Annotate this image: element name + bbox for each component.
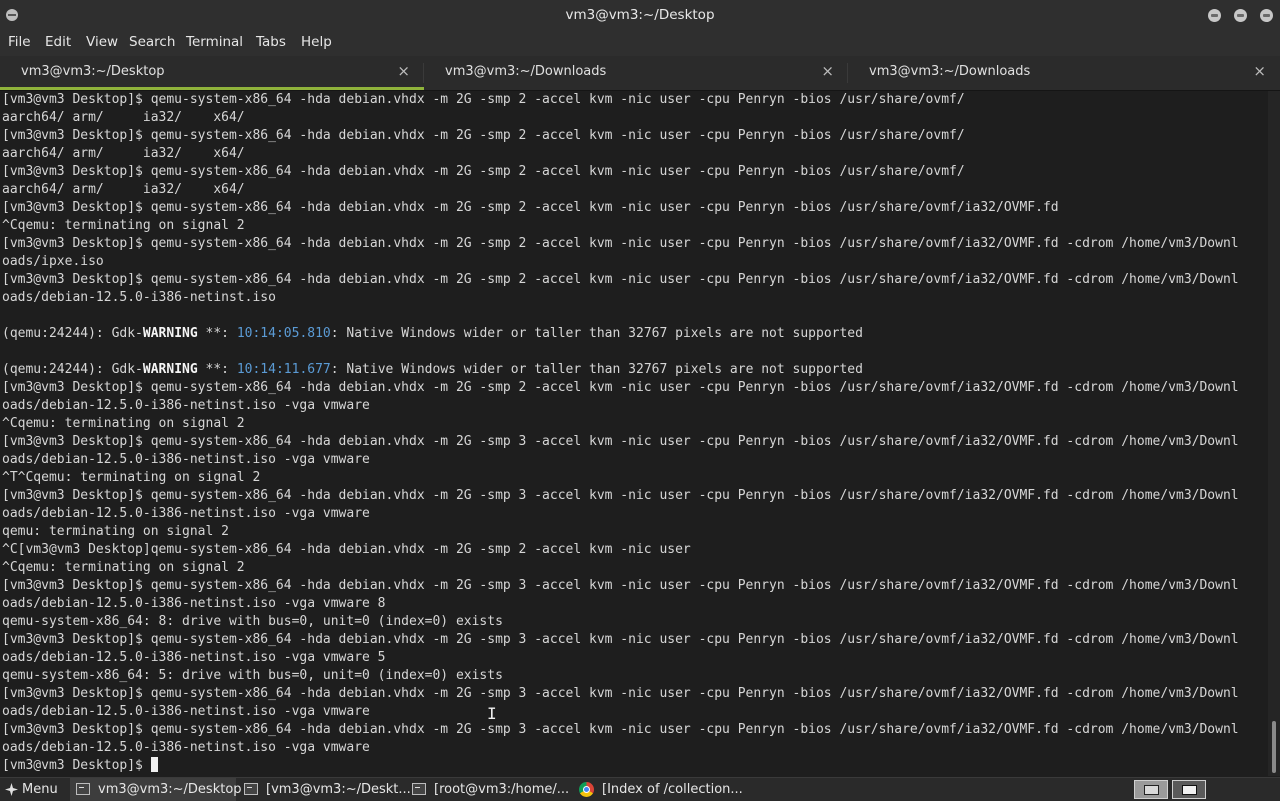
terminal-line: oads/debian-12.5.0-i386-netinst.iso -vga… — [2, 650, 386, 665]
terminal-line: oads/debian-12.5.0-i386-netinst.iso -vga… — [2, 452, 370, 467]
taskbar: Menu vm3@vm3:~/Desktop [vm3@vm3:~/Deskt.… — [0, 777, 1280, 801]
taskbar-item-browser[interactable]: [Index of /collection... — [574, 778, 746, 801]
menu-terminal[interactable]: Terminal — [186, 34, 243, 50]
terminal-line: ^Cqemu: terminating on signal 2 — [2, 416, 245, 431]
tab-desktop[interactable]: vm3@vm3:~/Desktop × — [0, 56, 424, 90]
tab-close-icon[interactable]: × — [821, 62, 834, 80]
terminal-line: [vm3@vm3 Desktop]$ qemu-system-x86_64 -h… — [2, 272, 1239, 287]
tab-label: vm3@vm3:~/Desktop — [21, 64, 165, 79]
active-tab-indicator — [0, 87, 424, 90]
prompt-text: [vm3@vm3 Desktop]$ — [2, 758, 151, 773]
terminal-line: [vm3@vm3 Desktop]$ qemu-system-x86_64 -h… — [2, 434, 1239, 449]
terminal-line: aarch64/ arm/ ia32/ x64/ — [2, 182, 245, 197]
terminal-line: ^Cqemu: terminating on signal 2 — [2, 218, 245, 233]
terminal-icon — [76, 783, 90, 795]
menu-search[interactable]: Search — [129, 34, 175, 50]
terminal-line: [vm3@vm3 Desktop]$ qemu-system-x86_64 -h… — [2, 128, 965, 143]
scrollbar-thumb[interactable] — [1272, 721, 1276, 773]
warning-prefix: (qemu:24244): Gdk- — [2, 362, 143, 377]
terminal-line: oads/debian-12.5.0-i386-netinst.iso -vga… — [2, 596, 386, 611]
warning-message: : Native Windows wider or taller than 32… — [330, 326, 863, 341]
tab-close-icon[interactable]: × — [1253, 62, 1266, 80]
terminal-line: oads/debian-12.5.0-i386-netinst.iso -vga… — [2, 740, 370, 755]
menu-file[interactable]: File — [8, 34, 31, 50]
terminal-line: [vm3@vm3 Desktop]$ qemu-system-x86_64 -h… — [2, 92, 965, 107]
terminal-icon — [412, 783, 426, 795]
warning-level: WARNING — [142, 326, 198, 341]
taskbar-item-label: [Index of /collection... — [602, 782, 743, 797]
taskbar-item-root-terminal[interactable]: [root@vm3:/home/... — [406, 778, 572, 801]
terminal-line: [vm3@vm3 Desktop]$ qemu-system-x86_64 -h… — [2, 578, 1239, 593]
terminal-line: qemu: terminating on signal 2 — [2, 524, 229, 539]
terminal-line: aarch64/ arm/ ia32/ x64/ — [2, 146, 245, 161]
terminal-line: qemu-system-x86_64: 5: drive with bus=0,… — [2, 668, 503, 683]
terminal-line: qemu-system-x86_64: 8: drive with bus=0,… — [2, 614, 503, 629]
warning-message: : Native Windows wider or taller than 32… — [330, 362, 863, 377]
terminal-line: ^C[vm3@vm3 Desktop]qemu-system-x86_64 -h… — [2, 542, 691, 557]
warning-timestamp: 10:14:11.677 — [236, 362, 331, 377]
tab-bar: vm3@vm3:~/Desktop × vm3@vm3:~/Downloads … — [0, 56, 1280, 91]
terminal-line: oads/debian-12.5.0-i386-netinst.iso -vga… — [2, 704, 370, 719]
warning-line: (qemu:24244): Gdk-WARNING **: 10:14:11.6… — [2, 361, 1268, 379]
warning-stars: **: — [197, 362, 237, 377]
terminal-line: oads/debian-12.5.0-i386-netinst.iso -vga… — [2, 506, 370, 521]
workspace-window-icon — [1144, 785, 1159, 795]
warning-timestamp: 10:14:05.810 — [236, 326, 331, 341]
terminal-line: [vm3@vm3 Desktop]$ qemu-system-x86_64 -h… — [2, 488, 1239, 503]
title-bar: vm3@vm3:~/Desktop — [0, 0, 1280, 31]
terminal-line: [vm3@vm3 Desktop]$ qemu-system-x86_64 -h… — [2, 200, 1059, 215]
menu-bar: File Edit View Search Terminal Tabs Help — [0, 31, 1280, 56]
terminal-line: [vm3@vm3 Desktop]$ qemu-system-x86_64 -h… — [2, 164, 965, 179]
warning-prefix: (qemu:24244): Gdk- — [2, 326, 143, 341]
taskbar-item-desktop[interactable]: vm3@vm3:~/Desktop — [70, 778, 242, 801]
start-menu-button[interactable]: Menu — [0, 778, 66, 801]
workspace-switcher-1[interactable] — [1134, 780, 1168, 799]
terminal-cursor — [150, 757, 158, 772]
tab-label: vm3@vm3:~/Downloads — [869, 64, 1031, 79]
terminal-line: [vm3@vm3 Desktop]$ qemu-system-x86_64 -h… — [2, 632, 1239, 647]
window-title: vm3@vm3:~/Desktop — [565, 7, 715, 23]
tab-downloads-2[interactable]: vm3@vm3:~/Downloads × — [848, 56, 1280, 90]
close-button[interactable] — [1260, 9, 1273, 22]
menu-view[interactable]: View — [86, 34, 118, 50]
chrome-icon — [579, 782, 594, 797]
terminal-icon — [244, 783, 258, 795]
warning-stars: **: — [197, 326, 237, 341]
workspace-window-icon — [1182, 785, 1197, 795]
terminal-line: oads/debian-12.5.0-i386-netinst.iso — [2, 290, 276, 305]
menu-edit[interactable]: Edit — [45, 34, 71, 50]
menu-logo-icon — [5, 783, 18, 796]
terminal-line: [vm3@vm3 Desktop]$ qemu-system-x86_64 -h… — [2, 380, 1239, 395]
tab-close-icon[interactable]: × — [397, 62, 410, 80]
terminal-line: [vm3@vm3 Desktop]$ qemu-system-x86_64 -h… — [2, 686, 1239, 701]
terminal-line: [vm3@vm3 Desktop]$ qemu-system-x86_64 -h… — [2, 236, 1239, 251]
terminal-line: oads/debian-12.5.0-i386-netinst.iso -vga… — [2, 398, 370, 413]
menu-tabs[interactable]: Tabs — [256, 34, 286, 50]
text-cursor-ibeam-icon: I — [487, 704, 497, 723]
warning-level: WARNING — [142, 362, 198, 377]
terminal-line: oads/ipxe.iso — [2, 254, 104, 269]
tab-label: vm3@vm3:~/Downloads — [445, 64, 607, 79]
maximize-button[interactable] — [1234, 9, 1247, 22]
taskbar-item-terminal-2[interactable]: [vm3@vm3:~/Deskt... — [238, 778, 411, 801]
workspace-switcher-2[interactable] — [1172, 780, 1206, 799]
terminal-text: [vm3@vm3 Desktop]$ qemu-system-x86_64 -h… — [0, 91, 1268, 775]
terminal-output[interactable]: [vm3@vm3 Desktop]$ qemu-system-x86_64 -h… — [0, 91, 1268, 776]
terminal-line: ^T^Cqemu: terminating on signal 2 — [2, 470, 261, 485]
tab-downloads-1[interactable]: vm3@vm3:~/Downloads × — [424, 56, 848, 90]
menu-label: Menu — [22, 782, 58, 797]
taskbar-item-label: vm3@vm3:~/Desktop — [98, 782, 242, 797]
warning-line: (qemu:24244): Gdk-WARNING **: 10:14:05.8… — [2, 325, 1268, 343]
taskbar-item-label: [vm3@vm3:~/Deskt... — [266, 782, 411, 797]
minimize-button[interactable] — [1208, 9, 1221, 22]
terminal-prompt-line: [vm3@vm3 Desktop]$ — [2, 757, 1268, 775]
terminal-scrollbar[interactable] — [1268, 91, 1280, 776]
terminal-line: aarch64/ arm/ ia32/ x64/ — [2, 110, 245, 125]
taskbar-item-label: [root@vm3:/home/... — [434, 782, 570, 797]
terminal-line: ^Cqemu: terminating on signal 2 — [2, 560, 245, 575]
terminal-line: [vm3@vm3 Desktop]$ qemu-system-x86_64 -h… — [2, 722, 1239, 737]
menu-help[interactable]: Help — [301, 34, 332, 50]
